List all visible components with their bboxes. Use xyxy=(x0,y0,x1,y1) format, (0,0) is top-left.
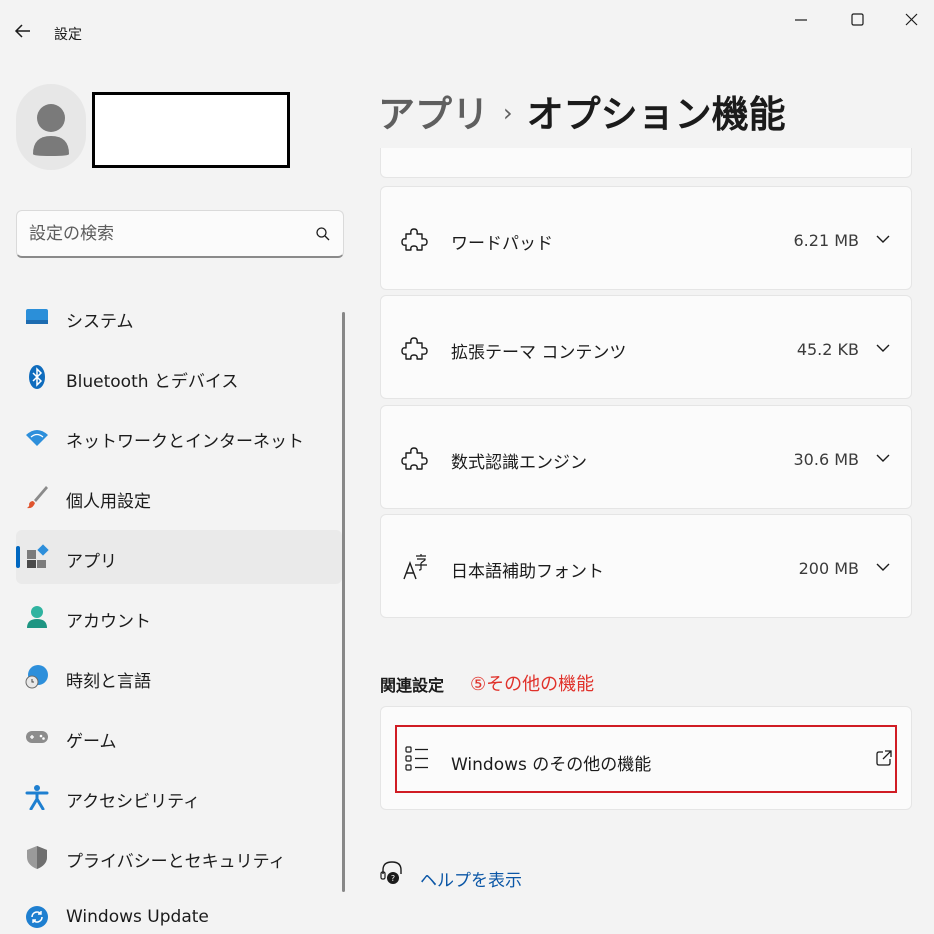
app-title: 設定 xyxy=(54,27,82,43)
puzzle-icon xyxy=(401,337,428,360)
chevron-down-icon[interactable] xyxy=(875,340,891,356)
checklist-icon xyxy=(405,746,428,771)
feature-card-theme-content[interactable]: 拡張テーマ コンテンツ 45.2 KB xyxy=(380,295,912,399)
profile-name-redacted xyxy=(92,92,290,168)
sidebar-item-bluetooth[interactable]: Bluetooth とデバイス xyxy=(16,350,342,404)
maximize-icon[interactable] xyxy=(842,8,872,32)
help-headset-icon: ? xyxy=(380,861,402,884)
sidebar-scrollbar[interactable] xyxy=(342,312,345,892)
sidebar-item-windows-update[interactable]: Windows Update xyxy=(16,890,342,934)
search-input[interactable] xyxy=(17,211,307,257)
paintbrush-icon xyxy=(27,486,48,509)
breadcrumb-separator: › xyxy=(503,99,513,127)
search-box[interactable] xyxy=(16,210,344,258)
feature-size: 30.6 MB xyxy=(793,450,860,469)
sidebar-item-label: プライバシーとセキュリティ xyxy=(66,852,286,872)
feature-size: 6.21 MB xyxy=(793,231,860,250)
feature-name: 拡張テーマ コンテンツ xyxy=(451,343,627,363)
bluetooth-icon xyxy=(29,365,45,389)
sidebar-item-accounts[interactable]: アカウント xyxy=(16,590,342,644)
sidebar-item-label: Windows Update xyxy=(66,907,209,927)
sidebar-item-label: 個人用設定 xyxy=(66,492,151,512)
feature-card-wordpad[interactable]: ワードパッド 6.21 MB xyxy=(380,186,912,290)
title-bar: 設定 xyxy=(0,0,934,43)
system-icon xyxy=(26,309,48,324)
update-icon xyxy=(26,906,48,928)
sidebar-item-network[interactable]: ネットワークとインターネット xyxy=(16,410,342,464)
sidebar-item-privacy-security[interactable]: プライバシーとセキュリティ xyxy=(16,830,342,884)
svg-text:?: ? xyxy=(391,874,395,883)
breadcrumb-parent[interactable]: アプリ xyxy=(378,93,489,136)
sidebar-item-apps[interactable]: アプリ xyxy=(16,530,342,584)
search-icon[interactable] xyxy=(315,226,331,242)
sidebar-item-label: ネットワークとインターネット xyxy=(66,432,304,452)
more-windows-features-card[interactable]: Windows のその他の機能 xyxy=(380,706,912,810)
apps-icon xyxy=(27,544,49,568)
chevron-down-icon[interactable] xyxy=(875,559,891,575)
minimize-icon[interactable] xyxy=(786,8,816,32)
sidebar-item-personalization[interactable]: 個人用設定 xyxy=(16,470,342,524)
feature-size: 45.2 KB xyxy=(796,340,859,359)
font-icon xyxy=(403,554,427,580)
puzzle-icon xyxy=(401,447,428,470)
sidebar-item-label: システム xyxy=(66,312,134,332)
page-title: オプション機能 xyxy=(526,93,786,136)
account-icon xyxy=(27,606,47,628)
sidebar-item-label: Bluetooth とデバイス xyxy=(66,372,239,392)
back-arrow-icon[interactable] xyxy=(10,18,36,44)
breadcrumb: アプリ › オプション機能 xyxy=(378,84,786,138)
sidebar-item-system[interactable]: システム xyxy=(16,290,342,344)
gamepad-icon xyxy=(26,731,48,743)
avatar[interactable] xyxy=(16,84,86,170)
accessibility-icon xyxy=(25,785,49,810)
feature-card-japanese-fonts[interactable]: 日本語補助フォント 200 MB xyxy=(380,514,912,618)
external-link-icon[interactable] xyxy=(875,749,893,767)
chevron-down-icon[interactable] xyxy=(875,450,891,466)
feature-name: 日本語補助フォント xyxy=(451,562,604,582)
puzzle-icon xyxy=(401,228,428,251)
more-windows-features-link[interactable]: Windows のその他の機能 xyxy=(451,750,651,775)
chevron-down-icon[interactable] xyxy=(875,231,891,247)
help-link[interactable]: ヘルプを表示 xyxy=(420,866,522,891)
selected-indicator xyxy=(16,546,20,568)
globe-clock-icon xyxy=(25,665,48,689)
close-icon[interactable] xyxy=(896,8,926,32)
sidebar-item-label: ゲーム xyxy=(66,732,117,752)
feature-name: 数式認識エンジン xyxy=(451,453,587,473)
feature-card-partial[interactable] xyxy=(380,148,912,178)
sidebar-item-time-language[interactable]: 時刻と言語 xyxy=(16,650,342,704)
sidebar-item-label: アクセシビリティ xyxy=(66,792,201,812)
sidebar-item-gaming[interactable]: ゲーム xyxy=(16,710,342,764)
annotation-label: ⑤その他の機能 xyxy=(470,674,595,695)
user-silhouette-icon xyxy=(33,104,69,156)
sidebar-item-label: アカウント xyxy=(66,612,151,632)
shield-icon xyxy=(27,846,47,869)
feature-card-math-recognizer[interactable]: 数式認識エンジン 30.6 MB xyxy=(380,405,912,509)
feature-name: ワードパッド xyxy=(451,234,553,254)
sidebar-item-label: アプリ xyxy=(66,552,117,572)
sidebar-item-label: 時刻と言語 xyxy=(66,672,151,692)
sidebar-item-accessibility[interactable]: アクセシビリティ xyxy=(16,770,342,824)
wifi-icon xyxy=(26,430,48,446)
related-settings-heading: 関連設定 xyxy=(380,676,445,695)
feature-size: 200 MB xyxy=(798,559,859,578)
